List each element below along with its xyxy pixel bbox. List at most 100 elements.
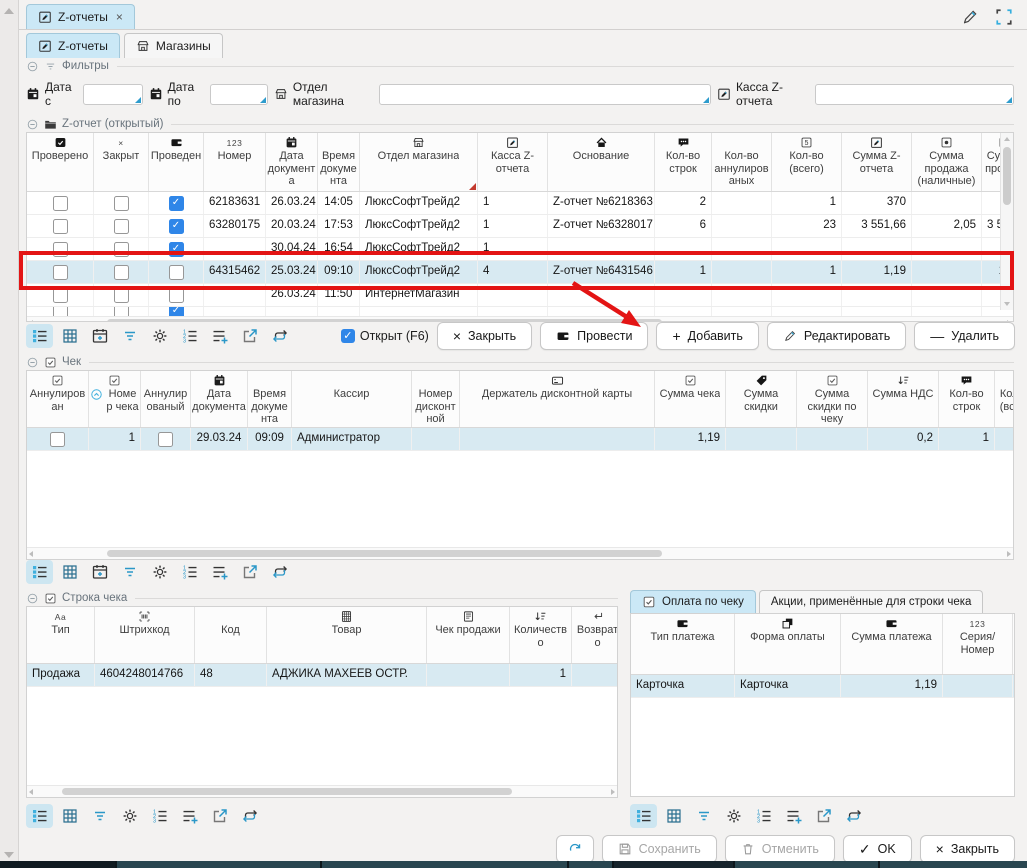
column-header[interactable]: Проведен bbox=[149, 133, 204, 191]
horizontal-scrollbar[interactable] bbox=[27, 547, 1013, 559]
edit-button[interactable]: Редактировать bbox=[767, 322, 906, 350]
column-header[interactable]: 123Номер bbox=[204, 133, 266, 191]
column-header[interactable]: ×Закрыт bbox=[94, 133, 149, 191]
row-checkbox[interactable]: ✓ bbox=[169, 196, 184, 211]
column-header[interactable]: Номер дисконтной bbox=[412, 371, 460, 427]
external-button[interactable] bbox=[810, 804, 837, 828]
scroll-up-icon[interactable] bbox=[4, 8, 14, 14]
column-header[interactable]: Возврат о bbox=[572, 607, 618, 663]
row-checkbox[interactable]: ✓ bbox=[169, 307, 184, 316]
horizontal-scrollbar[interactable] bbox=[27, 785, 617, 797]
addlist-button[interactable] bbox=[206, 324, 233, 348]
column-header[interactable]: Дата документа bbox=[266, 133, 318, 191]
listview-button[interactable] bbox=[630, 804, 657, 828]
loop-button[interactable] bbox=[236, 804, 263, 828]
funnel-button[interactable] bbox=[690, 804, 717, 828]
loop-button[interactable] bbox=[266, 324, 293, 348]
table-row[interactable]: ✓6328017520.03.2417:53ЛюксСофтТрейд21Z-о… bbox=[27, 215, 1013, 238]
column-header[interactable]: Количество bbox=[510, 607, 572, 663]
column-header[interactable]: Аннулирован bbox=[27, 371, 89, 427]
column-header[interactable]: Номер чека bbox=[89, 371, 141, 427]
open-filter[interactable]: ✓ Открыт (F6) bbox=[341, 329, 429, 343]
row-checkbox[interactable] bbox=[53, 196, 68, 211]
column-header[interactable]: Сумма Z-отчета bbox=[842, 133, 912, 191]
row-checkbox[interactable] bbox=[158, 432, 173, 447]
collapse-icon[interactable] bbox=[26, 356, 39, 369]
column-header[interactable]: Касса Z-отчета bbox=[478, 133, 548, 191]
calplus-button[interactable] bbox=[86, 560, 113, 584]
add-button[interactable]: +Добавить bbox=[656, 322, 758, 350]
date-from-input[interactable] bbox=[83, 84, 143, 105]
column-header[interactable]: Кол-во строк bbox=[939, 371, 995, 427]
column-header[interactable]: Основание bbox=[548, 133, 655, 191]
numlist-button[interactable]: 123 bbox=[750, 804, 777, 828]
table-row[interactable]: 26.03.2411:50ИнтернетМагазин bbox=[27, 284, 1013, 307]
tab-payment-by-check[interactable]: Оплата по чеку bbox=[630, 590, 756, 613]
table-row[interactable]: ✓30.04.2416:54ЛюксСофтТрейд21 bbox=[27, 238, 1013, 261]
table-row[interactable]: ✓6218363126.03.2414:05ЛюксСофтТрейд21Z-о… bbox=[27, 192, 1013, 215]
edit-icon[interactable] bbox=[961, 8, 979, 26]
grid-button[interactable] bbox=[56, 560, 83, 584]
row-checkbox[interactable]: ✓ bbox=[169, 242, 184, 257]
scroll-down-icon[interactable] bbox=[4, 852, 14, 858]
row-checkbox[interactable] bbox=[53, 307, 68, 316]
numlist-button[interactable]: 123 bbox=[176, 560, 203, 584]
table-row[interactable]: 6431546225.03.2409:10ЛюксСофтТрейд24Z-от… bbox=[27, 261, 1013, 284]
row-checkbox[interactable] bbox=[53, 242, 68, 257]
scrollbar-thumb[interactable] bbox=[1003, 147, 1011, 205]
column-header[interactable]: Чек продажи bbox=[427, 607, 510, 663]
sort-ascending-icon[interactable] bbox=[90, 388, 103, 403]
tab-promotions[interactable]: Акции, применённые для строки чека bbox=[759, 590, 984, 613]
column-header[interactable]: Товар bbox=[267, 607, 427, 663]
column-header[interactable]: 123Серия/Номер bbox=[943, 614, 1013, 674]
listview-button[interactable] bbox=[26, 804, 53, 828]
gear-button[interactable] bbox=[116, 804, 143, 828]
listview-button[interactable] bbox=[26, 560, 53, 584]
column-header[interactable]: Время документа bbox=[318, 133, 360, 191]
column-header[interactable]: Кол-во строк bbox=[655, 133, 712, 191]
column-header[interactable]: Проверено bbox=[27, 133, 94, 191]
column-header[interactable]: 5Кол-во (всего) bbox=[772, 133, 842, 191]
row-checkbox[interactable] bbox=[114, 288, 129, 303]
numlist-button[interactable]: 123 bbox=[176, 324, 203, 348]
scroll-down-icon[interactable] bbox=[1004, 302, 1010, 306]
delete-button[interactable]: —Удалить bbox=[914, 322, 1015, 350]
scroll-right-icon[interactable] bbox=[1007, 551, 1011, 557]
gear-button[interactable] bbox=[146, 324, 173, 348]
z-report-cashbox-input[interactable] bbox=[815, 84, 1014, 105]
table-row[interactable]: КарточкаКарточка1,19 bbox=[631, 675, 1014, 698]
scrollbar-thumb[interactable] bbox=[62, 788, 512, 795]
column-header[interactable]: Сумма НДС bbox=[868, 371, 939, 427]
column-header[interactable]: Дата документа bbox=[191, 371, 248, 427]
row-checkbox[interactable]: ✓ bbox=[169, 219, 184, 234]
row-checkbox[interactable] bbox=[169, 265, 184, 280]
column-header[interactable]: Держатель дисконтной карты bbox=[460, 371, 655, 427]
scroll-left-icon[interactable] bbox=[29, 789, 33, 795]
save-button[interactable]: Сохранить bbox=[602, 835, 717, 863]
grid-button[interactable] bbox=[56, 804, 83, 828]
close-button[interactable]: ×Закрыть bbox=[920, 835, 1015, 863]
row-checkbox[interactable] bbox=[169, 288, 184, 303]
column-header[interactable]: Тип платежа bbox=[631, 614, 735, 674]
fullscreen-icon[interactable] bbox=[995, 8, 1013, 26]
row-checkbox[interactable] bbox=[53, 265, 68, 280]
cancel-button[interactable]: Отменить bbox=[725, 835, 835, 863]
column-header[interactable]: Время документа bbox=[248, 371, 292, 427]
store-department-input[interactable] bbox=[379, 84, 711, 105]
refresh-button[interactable] bbox=[556, 835, 594, 863]
column-header[interactable]: Кассир bbox=[292, 371, 412, 427]
funnel-button[interactable] bbox=[116, 324, 143, 348]
window-tab-z-reports[interactable]: Z-отчеты × bbox=[26, 4, 135, 29]
column-header[interactable]: Сумма чека bbox=[655, 371, 726, 427]
row-checkbox[interactable] bbox=[50, 432, 65, 447]
column-header[interactable]: Кол-во (всего) bbox=[995, 371, 1014, 427]
column-header[interactable]: Кол-во аннулированых bbox=[712, 133, 772, 191]
column-header[interactable]: AaТип bbox=[27, 607, 95, 663]
row-checkbox[interactable] bbox=[114, 265, 129, 280]
funnel-button[interactable] bbox=[86, 804, 113, 828]
row-checkbox[interactable] bbox=[53, 288, 68, 303]
funnel-button[interactable] bbox=[116, 560, 143, 584]
table-row[interactable]: ✓ bbox=[27, 307, 1013, 316]
gear-button[interactable] bbox=[720, 804, 747, 828]
scroll-right-icon[interactable] bbox=[611, 789, 615, 795]
